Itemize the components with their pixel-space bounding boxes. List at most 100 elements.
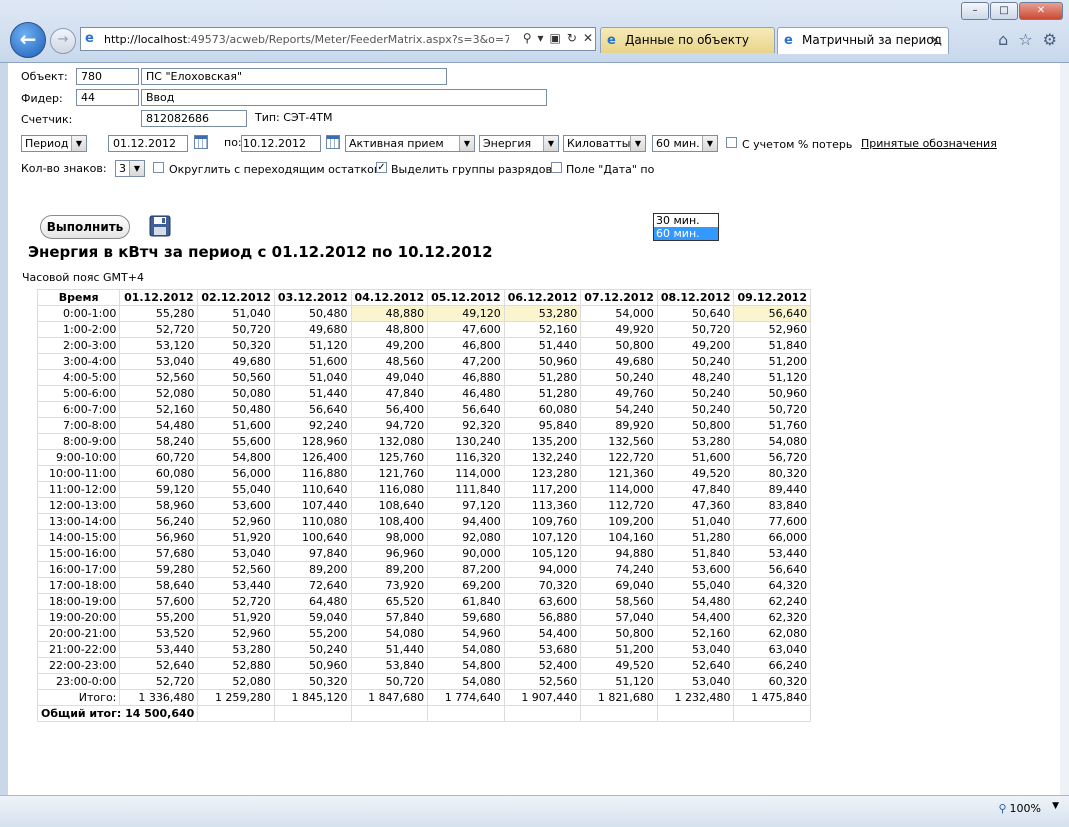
- date-field-checkbox[interactable]: [551, 162, 562, 173]
- value-cell: 111,840: [427, 481, 505, 498]
- time-cell: 8:00-9:00: [36, 433, 121, 450]
- favorites-star-icon[interactable]: ☆: [1018, 30, 1032, 49]
- period-select[interactable]: Период ▼: [21, 135, 87, 152]
- date-column-header: 07.12.2012: [580, 289, 658, 306]
- round-checkbox[interactable]: [153, 162, 164, 173]
- object-code-field[interactable]: 780: [76, 68, 139, 85]
- unit-select[interactable]: Киловатты ▼: [563, 135, 646, 152]
- value-cell: 64,480: [273, 593, 352, 610]
- gear-icon[interactable]: ⚙: [1043, 30, 1057, 49]
- close-window-button[interactable]: ✕: [1019, 2, 1063, 20]
- digits-label: Кол-во знаков:: [21, 162, 107, 175]
- value-cell: 58,960: [119, 497, 199, 514]
- back-button[interactable]: ←: [10, 22, 46, 58]
- value-cell: 54,400: [656, 609, 735, 626]
- object-name-field[interactable]: ПС "Елоховская": [141, 68, 447, 85]
- time-cell: 19:00-20:00: [36, 609, 121, 626]
- home-icon[interactable]: ⌂: [998, 30, 1008, 49]
- value-cell: 46,480: [427, 385, 505, 402]
- value-cell: 54,000: [580, 305, 658, 322]
- time-cell: 0:00-1:00: [36, 305, 121, 322]
- save-floppy-icon[interactable]: [149, 215, 171, 237]
- date-column-header: 08.12.2012: [656, 289, 735, 306]
- value-cell: 49,920: [580, 321, 658, 338]
- value-cell: 49,680: [580, 353, 658, 370]
- dropdown-icon[interactable]: ▾: [538, 31, 544, 45]
- interval-option-selected[interactable]: 60 мин.: [654, 227, 718, 240]
- maximize-button[interactable]: □: [990, 2, 1018, 20]
- grand-total-row: Общий итог: 14 500,640: [36, 705, 812, 722]
- value-cell: 80,320: [733, 465, 812, 482]
- time-cell: 13:00-14:00: [36, 513, 121, 530]
- value-cell: 48,880: [350, 305, 429, 322]
- tab-object-data[interactable]: e Данные по объекту: [600, 27, 775, 53]
- forward-button[interactable]: →: [50, 28, 76, 54]
- feeder-name-field[interactable]: Ввод: [141, 89, 547, 106]
- time-cell: 6:00-7:00: [36, 401, 121, 418]
- table-row: 15:00-16:00 57,680 53,040 97,840 96,960 90,00…: [36, 545, 812, 562]
- interval-value: 60 мин.: [656, 137, 700, 150]
- zoom-control[interactable]: ⚲ 100%: [998, 802, 1041, 815]
- legend-link[interactable]: Принятые обозначения: [861, 137, 997, 150]
- search-icon[interactable]: ⚲: [523, 31, 532, 45]
- time-cell: 11:00-12:00: [36, 481, 121, 498]
- value-cell: 51,600: [273, 353, 352, 370]
- close-tab-icon[interactable]: ✕: [930, 33, 940, 47]
- time-cell: 3:00-4:00: [36, 353, 121, 370]
- losses-checkbox[interactable]: [726, 137, 737, 148]
- value-cell: 50,080: [197, 385, 275, 402]
- value-cell: 63,040: [733, 641, 812, 658]
- table-row: 8:00-9:00 58,240 55,600 128,960 132,080 130,2…: [36, 433, 812, 450]
- address-controls: ⚲ ▾ ▣ ↻ ✕: [517, 31, 593, 45]
- measure-select[interactable]: Энергия ▼: [479, 135, 559, 152]
- value-cell: 53,040: [197, 545, 275, 562]
- date-from-field[interactable]: 01.12.2012: [108, 135, 188, 152]
- table-row: 21:00-22:00 53,440 53,280 50,240 51,440 54,08…: [36, 641, 812, 658]
- calendar-icon[interactable]: [326, 135, 340, 149]
- feeder-code-field[interactable]: 44: [76, 89, 139, 106]
- address-url[interactable]: http://localhost:49573/acweb/Reports/Met…: [104, 33, 509, 46]
- time-cell: 15:00-16:00: [36, 545, 121, 562]
- value-cell: 52,640: [656, 657, 735, 674]
- tab-matrix-period[interactable]: e Матричный за период ✕: [777, 27, 949, 54]
- value-cell: 56,640: [427, 401, 505, 418]
- minimize-button[interactable]: –: [961, 2, 989, 20]
- value-cell: 94,000: [503, 561, 582, 578]
- group-digits-checkbox[interactable]: ✓: [376, 162, 387, 173]
- value-cell: 50,480: [197, 401, 275, 418]
- meter-number-field[interactable]: 812082686: [141, 110, 247, 127]
- interval-select[interactable]: 60 мин. ▼: [652, 135, 718, 152]
- value-cell: 54,080: [733, 433, 812, 450]
- compat-view-icon[interactable]: ▣: [550, 31, 561, 45]
- date-to-field[interactable]: 10.12.2012: [241, 135, 321, 152]
- ie-page-icon: e: [85, 31, 94, 46]
- value-cell: 52,560: [119, 369, 199, 386]
- value-cell: 110,640: [273, 481, 352, 498]
- table-row: 11:00-12:00 59,120 55,040 110,640 116,080 111…: [36, 481, 812, 498]
- stop-icon[interactable]: ✕: [583, 31, 593, 45]
- value-cell: 54,800: [427, 657, 505, 674]
- digits-select[interactable]: 3 ▼: [115, 160, 145, 177]
- vertical-scrollbar[interactable]: [1060, 63, 1069, 795]
- zoom-dropdown-icon[interactable]: ▼: [1052, 801, 1059, 811]
- value-cell: 63,600: [503, 593, 582, 610]
- value-cell: 128,960: [273, 433, 352, 450]
- chevron-down-icon: ▼: [702, 136, 717, 151]
- value-cell: 55,200: [119, 609, 199, 626]
- value-cell: 50,800: [580, 625, 658, 642]
- interval-option[interactable]: 30 мин.: [654, 214, 718, 227]
- refresh-icon[interactable]: ↻: [567, 31, 577, 45]
- energy-kind-value: Активная прием: [349, 137, 444, 150]
- run-button[interactable]: Выполнить: [40, 215, 130, 239]
- energy-kind-select[interactable]: Активная прием ▼: [345, 135, 475, 152]
- address-bar[interactable]: e http://localhost:49573/acweb/Reports/M…: [80, 27, 596, 51]
- value-cell: 109,760: [503, 513, 582, 530]
- value-cell: 49,040: [350, 369, 429, 386]
- value-cell: 51,840: [733, 337, 812, 354]
- table-row: 2:00-3:00 53,120 50,320 51,120 49,200 46,800 5…: [36, 337, 812, 354]
- value-cell: 52,960: [197, 625, 275, 642]
- calendar-icon[interactable]: [194, 135, 208, 149]
- value-cell: 104,160: [580, 529, 658, 546]
- value-cell: 92,080: [427, 529, 505, 546]
- chevron-down-icon: ▼: [543, 136, 558, 151]
